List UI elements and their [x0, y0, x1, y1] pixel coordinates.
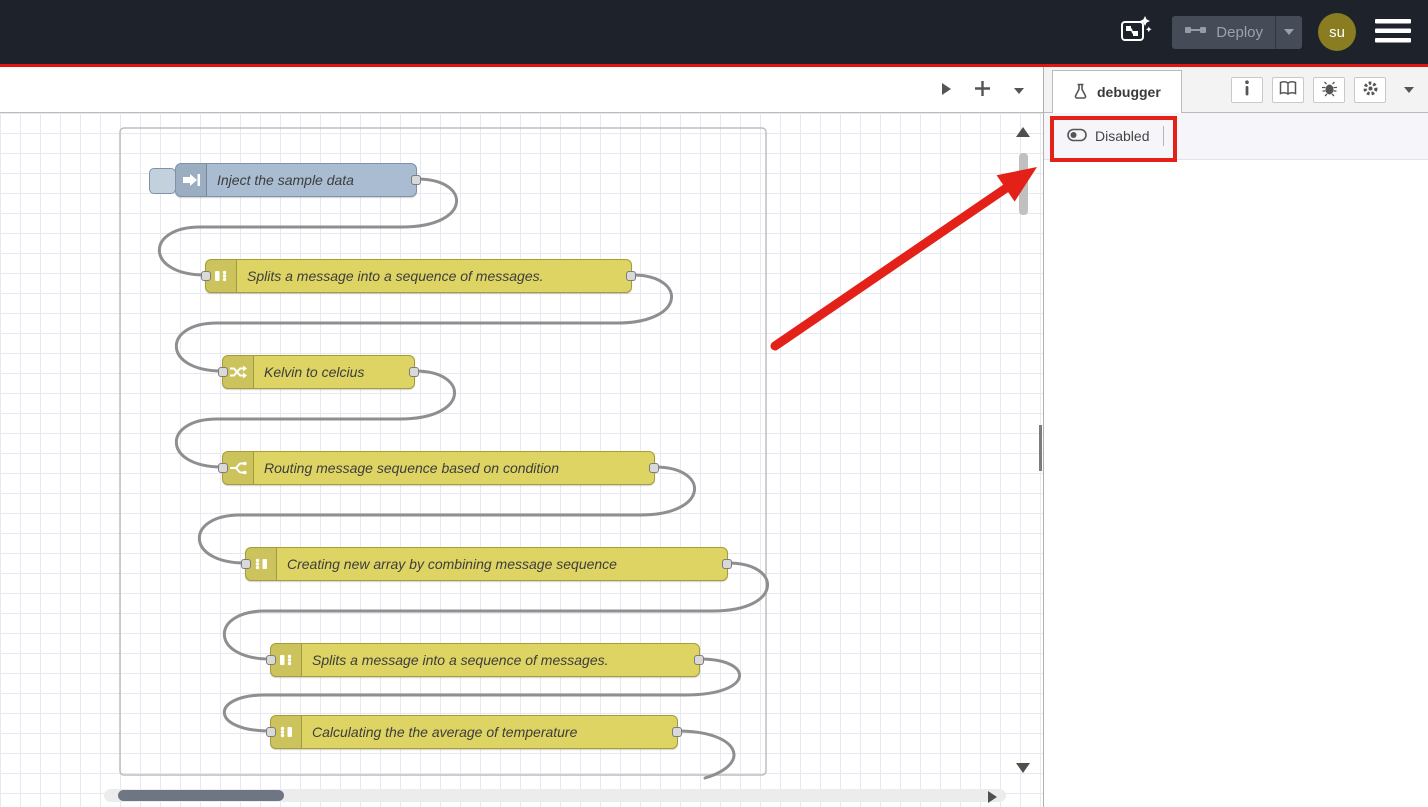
info-icon	[1243, 80, 1251, 99]
node-red-app: Deploy su Inject the sample data Splits a…	[0, 0, 1428, 807]
disabled-label: Disabled	[1095, 128, 1149, 144]
node-label: Calculating the the average of temperatu…	[302, 716, 677, 748]
sidebar-options-button[interactable]	[1396, 77, 1422, 103]
deploy-options-button[interactable]	[1276, 16, 1302, 49]
input-port[interactable]	[266, 727, 276, 737]
header-actions: Deploy su	[1114, 0, 1414, 64]
flow-list-button[interactable]	[1011, 81, 1027, 100]
caret-down-icon	[1283, 23, 1295, 41]
flow-node-join[interactable]: Calculating the the average of temperatu…	[270, 715, 678, 749]
sidebar-splitter[interactable]	[1039, 425, 1042, 471]
chevron-down-icon	[1403, 82, 1415, 97]
output-port[interactable]	[649, 463, 659, 473]
inject-run-button[interactable]	[149, 168, 176, 194]
tab-scroll-right-button[interactable]	[939, 80, 954, 101]
main-menu-button[interactable]	[1372, 12, 1414, 52]
workspace-tabbar	[0, 67, 1043, 113]
chevron-down-icon	[1013, 83, 1025, 98]
node-label: Routing message sequence based on condit…	[254, 452, 654, 484]
input-port[interactable]	[266, 655, 276, 665]
flow-node-switch[interactable]: Routing message sequence based on condit…	[222, 451, 655, 485]
ai-flow-icon	[1118, 14, 1152, 51]
button-divider	[1163, 126, 1164, 146]
debugger-toolbar: Disabled	[1044, 113, 1428, 160]
output-port[interactable]	[722, 559, 732, 569]
tabbar-actions	[939, 67, 1027, 113]
sidebar-buttons	[1231, 77, 1386, 103]
debugger-disabled-toggle[interactable]: Disabled	[1057, 120, 1174, 152]
input-port[interactable]	[201, 271, 211, 281]
gear-icon	[1362, 80, 1379, 100]
node-label: Inject the sample data	[207, 164, 416, 196]
toggle-icon	[1067, 128, 1087, 145]
flow-node-split[interactable]: Splits a message into a sequence of mess…	[205, 259, 632, 293]
workspace: Inject the sample data Splits a message i…	[0, 67, 1043, 807]
flow-canvas[interactable]: Inject the sample data Splits a message i…	[0, 113, 1043, 807]
flow-node-join[interactable]: Creating new array by combining message …	[245, 547, 728, 581]
input-port[interactable]	[218, 367, 228, 377]
node-label: Creating new array by combining message …	[277, 548, 727, 580]
info-button[interactable]	[1231, 77, 1263, 103]
horizontal-scrollbar-thumb[interactable]	[118, 790, 284, 801]
flow-node-change[interactable]: Kelvin to celcius	[222, 355, 415, 389]
output-port[interactable]	[411, 175, 421, 185]
bug-icon	[1321, 80, 1338, 100]
user-avatar[interactable]: su	[1318, 13, 1356, 51]
node-label: Kelvin to celcius	[254, 356, 414, 388]
docs-button[interactable]	[1272, 77, 1304, 103]
hamburger-icon	[1375, 18, 1411, 47]
input-port[interactable]	[241, 559, 251, 569]
node-label: Splits a message into a sequence of mess…	[237, 260, 631, 292]
input-port[interactable]	[218, 463, 228, 473]
output-port[interactable]	[626, 271, 636, 281]
tab-debugger[interactable]: debugger	[1052, 70, 1182, 113]
book-icon	[1279, 80, 1297, 99]
sidebar-header: debugger	[1044, 67, 1428, 113]
flow-node-split[interactable]: Splits a message into a sequence of mess…	[270, 643, 700, 677]
play-icon	[941, 82, 952, 99]
deploy-icon	[1184, 22, 1208, 43]
plus-icon	[974, 80, 991, 100]
settings-button[interactable]	[1354, 77, 1386, 103]
add-flow-button[interactable]	[972, 78, 993, 102]
output-port[interactable]	[409, 367, 419, 377]
scroll-right-arrow-icon[interactable]	[988, 791, 997, 803]
vertical-scrollbar-thumb[interactable]	[1019, 153, 1028, 215]
output-port[interactable]	[672, 727, 682, 737]
flow-node-inject[interactable]: Inject the sample data	[175, 163, 417, 197]
horizontal-scrollbar[interactable]	[104, 789, 1006, 802]
sidebar-tab-label: debugger	[1097, 84, 1161, 100]
scroll-up-arrow-icon[interactable]	[1016, 127, 1030, 137]
workbench: Inject the sample data Splits a message i…	[0, 67, 1428, 807]
inject-icon	[176, 164, 207, 196]
scroll-down-arrow-icon[interactable]	[1016, 763, 1030, 773]
output-port[interactable]	[694, 655, 704, 665]
header: Deploy su	[0, 0, 1428, 64]
deploy-button[interactable]: Deploy	[1172, 16, 1302, 49]
nodes-layer: Inject the sample data Splits a message i…	[0, 113, 1043, 807]
ai-flow-button[interactable]	[1114, 11, 1156, 53]
deploy-label: Deploy	[1216, 24, 1263, 41]
flask-icon	[1073, 83, 1088, 102]
sidebar: debugger Disabled	[1043, 67, 1428, 807]
debug-button[interactable]	[1313, 77, 1345, 103]
node-label: Splits a message into a sequence of mess…	[302, 644, 699, 676]
debugger-panel-content	[1044, 160, 1428, 806]
